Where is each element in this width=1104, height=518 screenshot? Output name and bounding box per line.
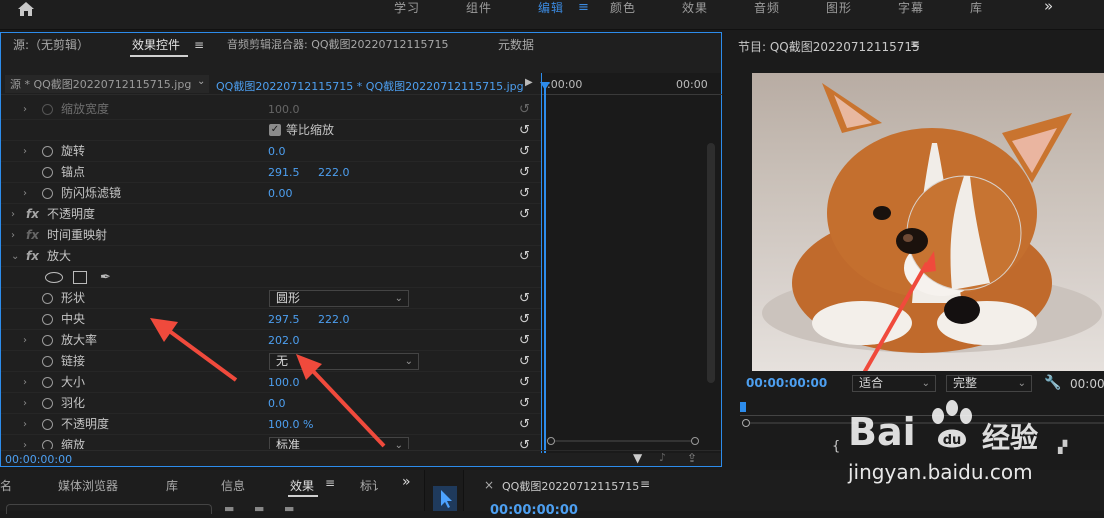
chevron-down-icon: ⌄ [1017, 378, 1026, 389]
fit-dropdown-value: 适合 [859, 376, 884, 390]
mark-in-icon[interactable]: { [832, 439, 840, 454]
baidu-watermark: Bai du 经验 jingyan.baidu.com [842, 390, 1104, 511]
quality-dropdown-value: 完整 [953, 376, 978, 390]
corgi-photo [762, 83, 1102, 371]
wrench-icon[interactable]: 🔧 [1044, 375, 1061, 391]
chevron-down-icon: ⌄ [921, 378, 930, 389]
panel-menu-icon[interactable]: ≡ [910, 37, 920, 51]
workspace-tab-captions[interactable]: 字幕 [898, 0, 924, 22]
program-title[interactable]: 节目: QQ截图20220712115715 [738, 38, 920, 55]
annotation-arrows [150, 318, 386, 448]
workspace-tab-graphics[interactable]: 图形 [826, 0, 852, 22]
workspace-overflow-icon[interactable]: » [1044, 0, 1054, 20]
program-timecode[interactable]: 00:00:00:00 [746, 376, 827, 390]
watermark-brand-cn: 经验 [982, 421, 1039, 454]
workspace-tab-audio[interactable]: 音频 [754, 0, 780, 22]
watermark-url: jingyan.baidu.com [848, 460, 1033, 484]
program-zoom-handle[interactable] [742, 419, 750, 427]
workspace-tab-libraries[interactable]: 库 [970, 0, 983, 22]
program-playhead[interactable] [740, 402, 746, 412]
svg-text:du: du [943, 433, 962, 448]
watermark-brand: Bai [848, 410, 916, 454]
program-video-frame[interactable] [752, 73, 1104, 371]
program-timecode-right: 00:00 [1070, 377, 1104, 391]
paw-logo-icon: du [924, 396, 982, 454]
